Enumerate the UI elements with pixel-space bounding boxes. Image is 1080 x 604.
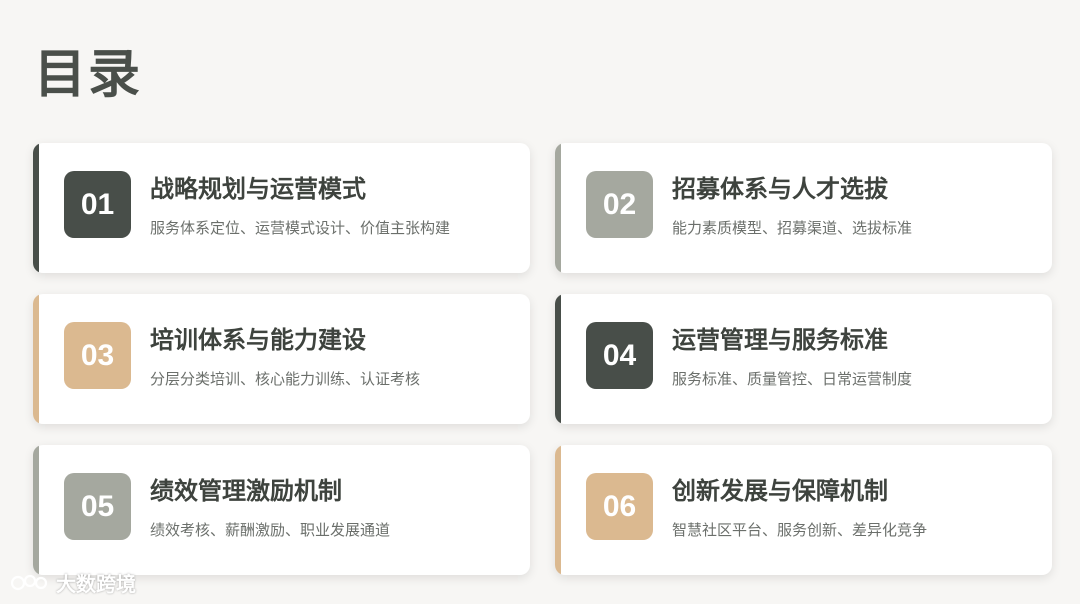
toc-card-03[interactable]: 03 培训体系与能力建设 分层分类培训、核心能力训练、认证考核 (33, 294, 530, 424)
card-title: 绩效管理激励机制 (150, 477, 342, 505)
card-number-badge: 06 (586, 473, 653, 540)
card-description: 绩效考核、薪酬激励、职业发展通道 (150, 521, 391, 539)
card-title: 创新发展与保障机制 (672, 477, 888, 505)
logo-icon (10, 571, 50, 595)
toc-card-04[interactable]: 04 运营管理与服务标准 服务标准、质量管控、日常运营制度 (555, 294, 1052, 424)
page-title: 目录 (34, 45, 143, 105)
card-title: 招募体系与人才选拔 (672, 175, 888, 203)
card-number-badge: 04 (586, 322, 653, 389)
card-description: 服务体系定位、运营模式设计、价值主张构建 (150, 219, 451, 237)
card-accent-bar (33, 445, 39, 575)
toc-card-05[interactable]: 05 绩效管理激励机制 绩效考核、薪酬激励、职业发展通道 (33, 445, 530, 575)
card-description: 服务标准、质量管控、日常运营制度 (672, 370, 913, 388)
card-accent-bar (555, 294, 561, 424)
watermark: 大数跨境 (10, 568, 136, 597)
toc-card-02[interactable]: 02 招募体系与人才选拔 能力素质模型、招募渠道、选拔标准 (555, 143, 1052, 273)
toc-card-06[interactable]: 06 创新发展与保障机制 智慧社区平台、服务创新、差异化竞争 (555, 445, 1052, 575)
card-description: 分层分类培训、核心能力训练、认证考核 (150, 370, 421, 388)
card-accent-bar (555, 143, 561, 273)
card-accent-bar (33, 294, 39, 424)
card-title: 战略规划与运营模式 (150, 175, 366, 203)
card-description: 智慧社区平台、服务创新、差异化竞争 (672, 521, 928, 539)
watermark-text: 大数跨境 (56, 572, 136, 596)
toc-card-01[interactable]: 01 战略规划与运营模式 服务体系定位、运营模式设计、价值主张构建 (33, 143, 530, 273)
card-number-badge: 03 (64, 322, 131, 389)
card-number-badge: 02 (586, 171, 653, 238)
card-number-badge: 01 (64, 171, 131, 238)
card-number-badge: 05 (64, 473, 131, 540)
card-description: 能力素质模型、招募渠道、选拔标准 (672, 219, 913, 237)
toc-grid: 01 战略规划与运营模式 服务体系定位、运营模式设计、价值主张构建 02 招募体… (33, 143, 1052, 575)
card-title: 运营管理与服务标准 (672, 326, 888, 354)
card-title: 培训体系与能力建设 (150, 326, 366, 354)
card-accent-bar (33, 143, 39, 273)
card-accent-bar (555, 445, 561, 575)
